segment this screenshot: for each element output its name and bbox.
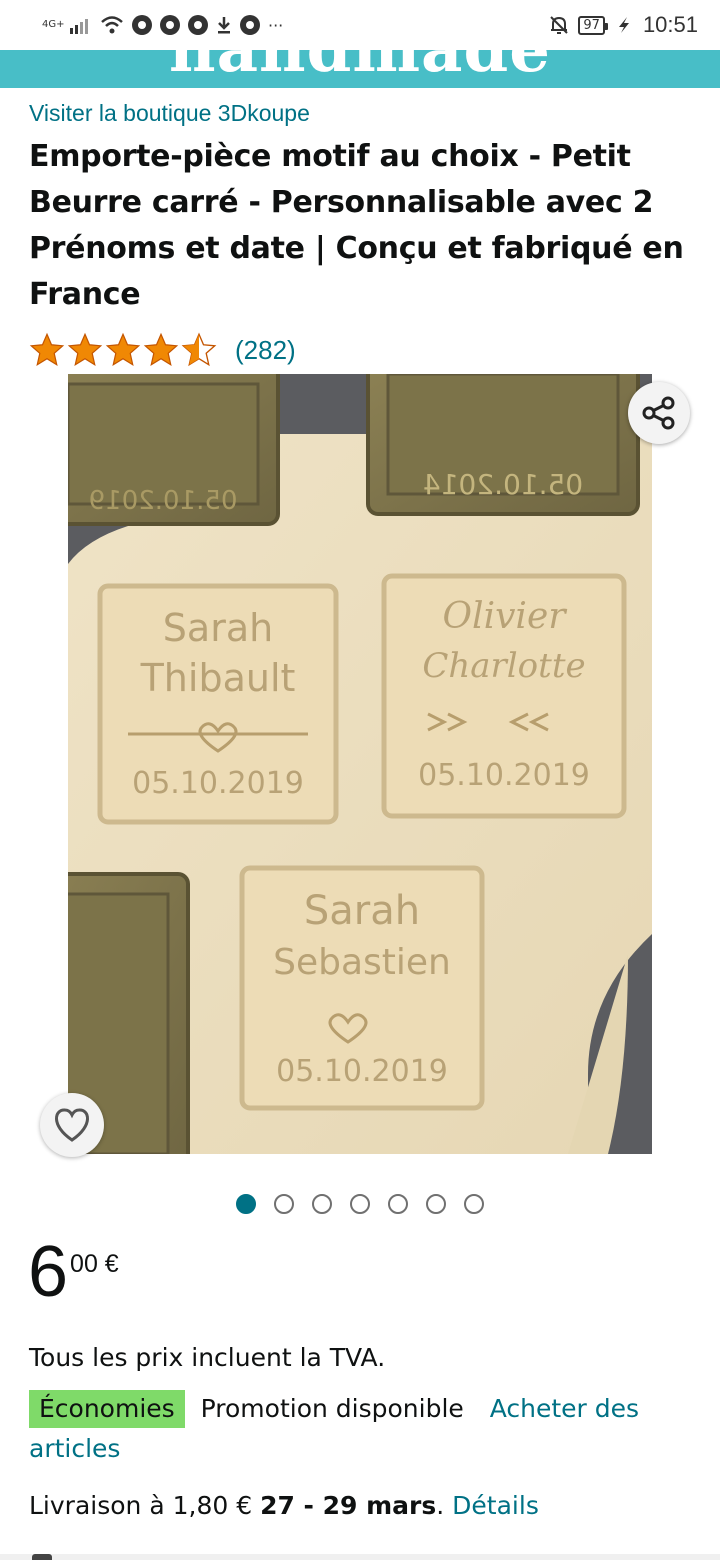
- cutter-date-right: 05.10.2014: [422, 468, 584, 501]
- status-bar: 4G+ ··· 97 10:51: [0, 0, 720, 50]
- cookie-2-name1: Olivier: [442, 596, 566, 637]
- image-carousel-indicator: [236, 1193, 484, 1215]
- carousel-dot[interactable]: [312, 1194, 332, 1214]
- price-fraction: 00 €: [70, 1250, 119, 1278]
- cookie-1-name1: Sarah: [162, 606, 274, 650]
- cookie-1-date: 05.10.2019: [132, 766, 304, 801]
- battery-indicator: 97: [578, 15, 608, 35]
- cookie-2-date: 05.10.2019: [418, 758, 590, 793]
- star-full-icon: [143, 332, 179, 366]
- chrome-icon: [160, 15, 180, 35]
- delivery-period: .: [436, 1491, 445, 1520]
- product-title: Emporte-pièce motif au choix - Petit Beu…: [29, 139, 684, 312]
- star-full-icon: [67, 332, 103, 366]
- carousel-dot[interactable]: [388, 1194, 408, 1214]
- cutter-date-left: 05.10.2019: [88, 486, 238, 516]
- carousel-dot[interactable]: [350, 1194, 370, 1214]
- chrome-icon: [132, 15, 152, 35]
- cookie-2-name2: Charlotte: [422, 646, 586, 686]
- heart-icon: [55, 1108, 89, 1142]
- handmade-banner[interactable]: handmade: [0, 50, 720, 88]
- share-icon: [642, 396, 675, 430]
- savings-badge: Économies: [29, 1390, 185, 1428]
- delivery-details-link[interactable]: Détails: [452, 1491, 539, 1520]
- delivery-info: Livraison à 1,80 € 27 - 29 mars. Détails: [29, 1491, 539, 1520]
- chrome-icon: [240, 15, 260, 35]
- star-full-icon: [105, 332, 141, 366]
- promotion-text: Promotion disponible: [200, 1394, 464, 1423]
- cookie-3-date: 05.10.2019: [276, 1054, 448, 1089]
- cookie-3-name1: Sarah: [303, 888, 421, 934]
- status-left: 4G+ ···: [42, 10, 283, 40]
- visit-store-link[interactable]: Visiter la boutique 3Dkoupe: [29, 100, 310, 127]
- delivery-dates: 27 - 29 mars: [260, 1491, 437, 1520]
- network-indicator: 4G+: [42, 19, 65, 30]
- price-whole: 6: [28, 1232, 69, 1312]
- cookie-3-name2: Sebastien: [273, 942, 451, 983]
- banner-logo-text: handmade: [0, 50, 720, 87]
- carousel-dot[interactable]: [464, 1194, 484, 1214]
- product-image[interactable]: Sarah Thibault 05.10.2019 Olivier Charlo…: [68, 374, 652, 1154]
- share-button[interactable]: [628, 382, 690, 444]
- mute-bell-icon: [548, 14, 570, 36]
- next-section-edge: [0, 1554, 720, 1560]
- carousel-dot[interactable]: [274, 1194, 294, 1214]
- clock: 10:51: [642, 12, 698, 37]
- signal-icon: [70, 16, 92, 34]
- wifi-icon: [100, 15, 124, 35]
- add-to-wishlist-button[interactable]: [40, 1093, 104, 1157]
- carousel-dot[interactable]: [236, 1194, 256, 1214]
- promotion-row: Économies Promotion disponible Acheter d…: [29, 1389, 699, 1469]
- more-notifications: ···: [268, 15, 284, 35]
- delivery-price: Livraison à 1,80 €: [29, 1491, 253, 1520]
- rating-row[interactable]: (282): [29, 330, 296, 370]
- star-half-icon: [181, 332, 217, 367]
- star-full-icon: [29, 332, 65, 366]
- price: 600 €: [28, 1232, 119, 1312]
- chrome-icon: [188, 15, 208, 35]
- carousel-dot[interactable]: [426, 1194, 446, 1214]
- vat-note: Tous les prix incluent la TVA.: [29, 1343, 386, 1372]
- download-icon: [216, 15, 232, 35]
- status-right: 97 10:51: [548, 8, 698, 42]
- cookie-1-name2: Thibault: [140, 656, 296, 700]
- charging-icon: [617, 16, 631, 34]
- rating-count-link[interactable]: (282): [235, 335, 296, 366]
